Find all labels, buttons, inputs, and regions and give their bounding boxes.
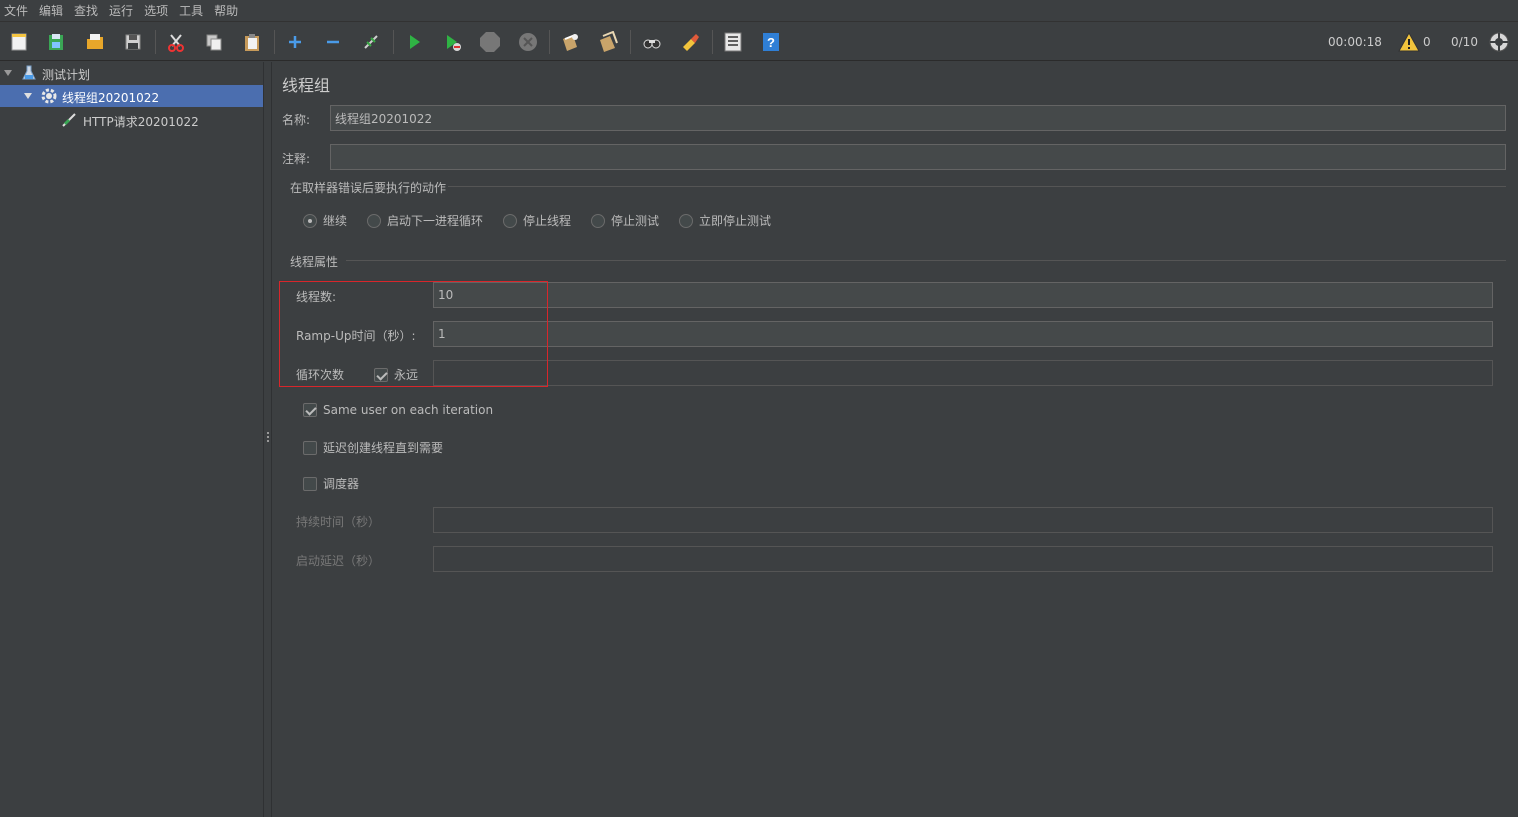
save-icon[interactable] xyxy=(121,30,145,54)
menu-search[interactable]: 查找 xyxy=(74,0,98,22)
radio-button[interactable] xyxy=(503,213,517,228)
loop-count-label: 循环次数 xyxy=(296,368,345,382)
tree-item-test-plan[interactable]: 测试计划 xyxy=(0,62,263,84)
search-icon[interactable] xyxy=(640,30,664,54)
duration-label: 持续时间（秒） xyxy=(296,515,381,529)
menu-options[interactable]: 选项 xyxy=(144,0,168,22)
radio-continue[interactable]: 继续 xyxy=(303,212,347,229)
menu-edit[interactable]: 编辑 xyxy=(39,0,63,22)
name-label: 名称: xyxy=(282,113,311,127)
toggle-icon[interactable] xyxy=(359,30,383,54)
paste-icon[interactable] xyxy=(240,30,264,54)
checkbox-box[interactable] xyxy=(303,403,317,417)
checkbox-label: Same user on each iteration xyxy=(323,403,494,417)
templates-icon[interactable] xyxy=(44,30,68,54)
radio-label: 停止线程 xyxy=(523,214,572,228)
clear-icon[interactable] xyxy=(558,30,582,54)
checkbox-label: 延迟创建线程直到需要 xyxy=(323,441,444,455)
new-icon[interactable] xyxy=(7,30,31,54)
clear-all-icon[interactable] xyxy=(596,30,620,54)
rampup-label: Ramp-Up时间（秒）: xyxy=(296,329,416,343)
svg-text:?: ? xyxy=(767,35,775,50)
tree-item-label: 线程组20201022 xyxy=(62,91,160,105)
checkbox-box[interactable] xyxy=(374,367,388,382)
radio-label: 停止测试 xyxy=(611,214,660,228)
thread-group-panel: 线程组 名称: 注释: 在取样器错误后要执行的动作 继续 启动下一进程循环 停止… xyxy=(272,62,1518,817)
loop-count-input[interactable] xyxy=(433,360,1493,386)
collapse-icon[interactable] xyxy=(321,30,345,54)
menu-tools[interactable]: 工具 xyxy=(179,0,203,22)
reset-search-icon[interactable] xyxy=(678,30,702,54)
tree-item-thread-group[interactable]: 线程组20201022 xyxy=(0,85,263,107)
checkbox-label: 永远 xyxy=(394,368,419,382)
radio-stop-thread[interactable]: 停止线程 xyxy=(503,212,571,229)
delay-thread-creation-checkbox[interactable]: 延迟创建线程直到需要 xyxy=(303,439,443,456)
same-user-checkbox[interactable]: Same user on each iteration xyxy=(303,403,493,417)
name-input[interactable] xyxy=(330,105,1506,131)
menu-bar: 文件 编辑 查找 运行 选项 工具 帮助 xyxy=(0,0,1518,22)
radio-button[interactable] xyxy=(679,213,693,228)
forever-checkbox[interactable]: 永远 xyxy=(374,366,418,383)
scheduler-checkbox[interactable]: 调度器 xyxy=(303,475,359,492)
radio-label: 启动下一进程循环 xyxy=(387,214,484,228)
radio-button[interactable] xyxy=(303,213,317,228)
radio-button[interactable] xyxy=(367,213,381,228)
test-plan-tree: 测试计划 线程组20201022 HTTP请求20201022 xyxy=(0,62,263,817)
tree-item-label: HTTP请求20201022 xyxy=(83,115,199,129)
rampup-input[interactable] xyxy=(433,321,1493,347)
warning-count: 0 xyxy=(1423,35,1431,49)
start-icon[interactable] xyxy=(402,30,426,54)
radio-label: 立即停止测试 xyxy=(699,214,772,228)
cut-icon[interactable] xyxy=(164,30,188,54)
duration-input[interactable] xyxy=(433,507,1493,533)
start-no-pause-icon[interactable] xyxy=(440,30,464,54)
sampler-icon xyxy=(61,112,77,128)
thread-group-icon xyxy=(41,88,57,104)
menu-help[interactable]: 帮助 xyxy=(214,0,238,22)
shutdown-icon[interactable] xyxy=(516,30,540,54)
expand-icon[interactable] xyxy=(283,30,307,54)
stop-icon[interactable] xyxy=(478,30,502,54)
checkbox-box[interactable] xyxy=(303,440,317,455)
radio-start-next-loop[interactable]: 启动下一进程循环 xyxy=(367,212,483,229)
copy-icon[interactable] xyxy=(202,30,226,54)
page-title: 线程组 xyxy=(282,76,331,95)
drag-handle-icon[interactable] xyxy=(267,432,270,444)
toolbar: ? 00:00:18 0 0/10 xyxy=(0,23,1518,61)
menu-run[interactable]: 运行 xyxy=(109,0,133,22)
menu-file[interactable]: 文件 xyxy=(4,0,28,22)
checkbox-box[interactable] xyxy=(303,476,317,491)
tree-item-label: 测试计划 xyxy=(42,68,91,82)
radio-label: 继续 xyxy=(323,214,348,228)
warning-icon[interactable] xyxy=(1397,30,1421,54)
radio-stop-test[interactable]: 停止测试 xyxy=(591,212,659,229)
collapse-arrow-icon[interactable] xyxy=(24,93,32,99)
function-helper-icon[interactable] xyxy=(721,30,745,54)
help-icon[interactable]: ? xyxy=(759,30,783,54)
threads-input[interactable] xyxy=(433,282,1493,308)
elapsed-time: 00:00:18 xyxy=(1328,35,1382,49)
thread-properties-group-title: 线程属性 xyxy=(290,255,339,269)
open-icon[interactable] xyxy=(83,30,107,54)
error-action-group-title: 在取样器错误后要执行的动作 xyxy=(290,181,447,195)
radio-button[interactable] xyxy=(591,213,605,228)
collapse-arrow-icon[interactable] xyxy=(4,70,12,76)
startup-delay-label: 启动延迟（秒） xyxy=(296,554,381,568)
checkbox-label: 调度器 xyxy=(323,477,360,491)
active-threads: 0/10 xyxy=(1451,35,1478,49)
radio-stop-test-now[interactable]: 立即停止测试 xyxy=(679,212,771,229)
remote-icon[interactable] xyxy=(1487,30,1511,54)
threads-label: 线程数: xyxy=(296,290,337,304)
comment-label: 注释: xyxy=(282,152,311,166)
split-pane-divider[interactable] xyxy=(263,62,272,817)
startup-delay-input[interactable] xyxy=(433,546,1493,572)
test-plan-icon xyxy=(21,65,37,81)
comment-input[interactable] xyxy=(330,144,1506,170)
tree-item-http-request[interactable]: HTTP请求20201022 xyxy=(0,109,263,131)
